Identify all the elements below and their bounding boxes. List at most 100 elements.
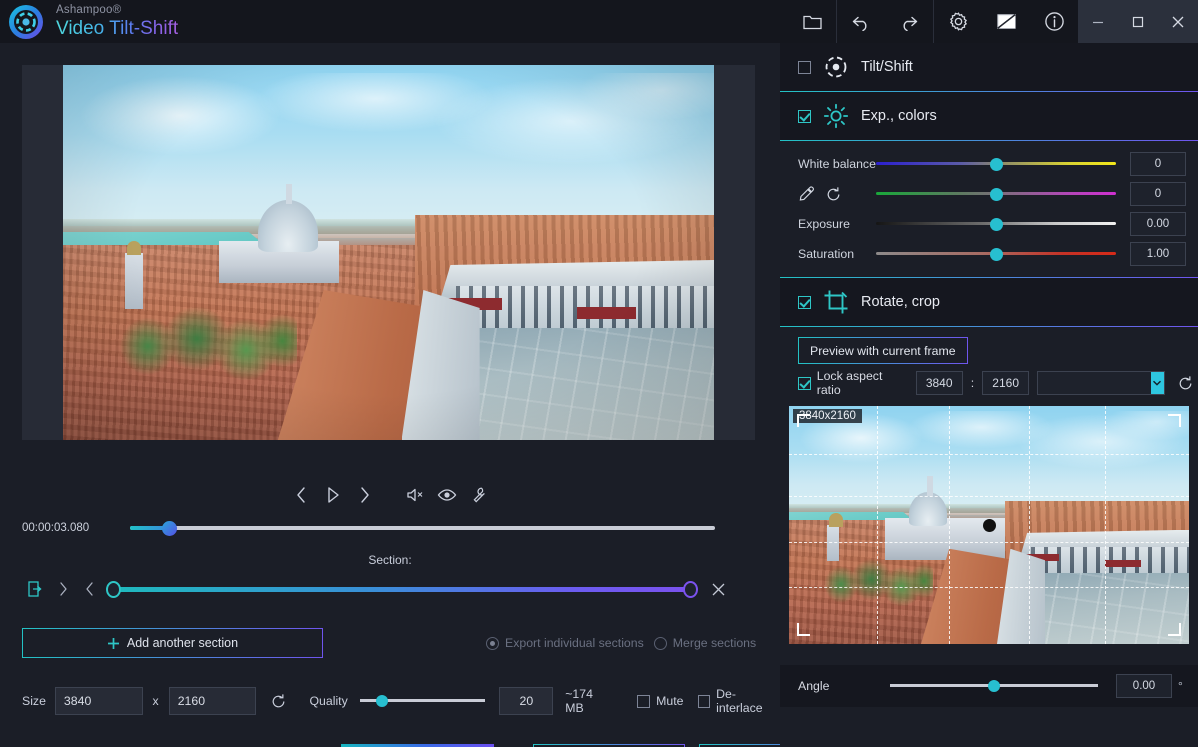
page-title: Video Tilt-Shift	[56, 19, 178, 38]
saturation-slider[interactable]	[876, 246, 1116, 262]
saturation-value[interactable]: 1.00	[1130, 242, 1186, 266]
white-balance-temp-value[interactable]: 0	[1130, 152, 1186, 176]
preview-with-current-frame-label: Preview with current frame	[810, 344, 956, 358]
angle-slider[interactable]	[890, 679, 1098, 693]
saturation-row: Saturation 1.00	[780, 239, 1198, 269]
mute-button[interactable]	[401, 481, 429, 509]
info-button[interactable]	[1030, 0, 1078, 43]
settings-group	[934, 0, 1078, 43]
quality-slider[interactable]	[360, 694, 486, 708]
section-header-tiltshift[interactable]: Tilt/Shift	[780, 43, 1198, 91]
slider-thumb[interactable]	[990, 188, 1003, 201]
exposure-title: Exp., colors	[861, 108, 937, 124]
slider-thumb[interactable]	[990, 218, 1003, 231]
white-balance-label: White balance	[780, 157, 876, 171]
mute-checkbox[interactable]: Mute	[637, 694, 683, 708]
redo-button[interactable]	[885, 0, 933, 43]
white-balance-tint-row: 0	[780, 179, 1198, 209]
app-logo: Ashampoo® Video Tilt-Shift	[0, 4, 178, 40]
white-balance-tint-slider[interactable]	[876, 186, 1116, 202]
aspect-preset-dropdown[interactable]	[1037, 371, 1164, 395]
quality-thumb[interactable]	[376, 695, 388, 707]
tiltshift-enable-checkbox[interactable]	[798, 61, 811, 74]
section-range-slider[interactable]	[106, 579, 698, 599]
section-export-icon[interactable]	[20, 575, 50, 603]
crop-handle-top-right[interactable]	[1168, 414, 1181, 427]
aspect-reset-icon[interactable]	[1173, 370, 1198, 396]
exposure-enable-checkbox[interactable]	[798, 110, 811, 123]
crop-handle-top-left[interactable]	[797, 414, 810, 427]
section-range-start-handle[interactable]	[106, 581, 121, 598]
playback-thumb[interactable]	[162, 521, 177, 536]
section-next-button[interactable]	[50, 575, 76, 603]
video-preview[interactable]	[63, 65, 714, 440]
playback-slider[interactable]	[130, 521, 715, 535]
app-logo-icon	[8, 4, 44, 40]
history-group	[837, 0, 933, 43]
exposure-value[interactable]: 0.00	[1130, 212, 1186, 236]
player-controls	[0, 479, 780, 511]
gear-button[interactable]	[934, 0, 982, 43]
minimize-button[interactable]	[1078, 0, 1118, 43]
radio-merge-sections[interactable]: Merge sections	[654, 636, 756, 650]
crop-icon	[823, 289, 849, 315]
section-header-exposure[interactable]: Exp., colors	[780, 92, 1198, 140]
open-folder-button[interactable]	[788, 0, 836, 43]
contrast-curve-button[interactable]	[982, 0, 1030, 43]
crop-preview[interactable]: 3840x2160	[789, 406, 1189, 644]
quality-value-input[interactable]: 20	[499, 687, 553, 715]
slider-thumb[interactable]	[990, 248, 1003, 261]
exposure-label: Exposure	[780, 217, 876, 231]
rotate-crop-enable-checkbox[interactable]	[798, 296, 811, 309]
crop-center-handle[interactable]	[983, 519, 996, 532]
section-header-rotate-crop[interactable]: Rotate, crop	[780, 278, 1198, 326]
previous-frame-button[interactable]	[287, 481, 315, 509]
lock-aspect-ratio-checkbox[interactable]: Lock aspect ratio	[798, 369, 908, 397]
eyedropper-icon[interactable]	[798, 186, 815, 203]
white-balance-temp-slider[interactable]	[876, 156, 1116, 172]
section-label: Section:	[0, 553, 780, 567]
tiltshift-title: Tilt/Shift	[861, 59, 913, 75]
quality-label: Quality	[309, 694, 347, 708]
eye-preview-button[interactable]	[433, 481, 461, 509]
undo-button[interactable]	[837, 0, 885, 43]
aspect-height-input[interactable]: 2160	[982, 371, 1029, 395]
radio-export-individual-label: Export individual sections	[505, 636, 644, 650]
radio-merge-label: Merge sections	[673, 636, 756, 650]
tools-wrench-button[interactable]	[465, 481, 493, 509]
crop-handle-bottom-left[interactable]	[797, 623, 810, 636]
close-button[interactable]	[1158, 0, 1198, 43]
next-frame-button[interactable]	[351, 481, 379, 509]
white-balance-tools	[780, 186, 876, 203]
deinterlace-checkbox[interactable]: De-interlace	[698, 687, 780, 715]
height-input[interactable]: 2160	[169, 687, 257, 715]
angle-value[interactable]: 0.00	[1116, 674, 1172, 698]
aspect-width-input[interactable]: 3840	[916, 371, 963, 395]
slider-thumb[interactable]	[990, 158, 1003, 171]
radio-export-individual-sections[interactable]: Export individual sections	[486, 636, 644, 650]
white-balance-reset-icon[interactable]	[825, 186, 842, 203]
chevron-down-icon[interactable]	[1151, 372, 1164, 394]
section-delete-button[interactable]	[704, 575, 732, 603]
width-input[interactable]: 3840	[55, 687, 143, 715]
crop-banner	[1105, 560, 1141, 568]
crop-handle-bottom-right[interactable]	[1168, 623, 1181, 636]
preview-with-current-frame-button[interactable]: Preview with current frame	[798, 337, 968, 364]
add-another-section-button[interactable]: Add another section	[22, 628, 323, 658]
section-prev-button[interactable]	[76, 575, 102, 603]
preview-frame-row: Preview with current frame	[780, 327, 1198, 368]
saturation-label: Saturation	[780, 247, 876, 261]
angle-thumb[interactable]	[988, 680, 1000, 692]
section-range-end-handle[interactable]	[683, 581, 698, 598]
aspect-ratio-row: Lock aspect ratio 3840 : 2160	[780, 368, 1198, 398]
playback-row: 00:00:03.080	[0, 511, 780, 545]
effects-right-pane: Tilt/Shift Exp., colors White balance 0	[780, 43, 1198, 747]
exposure-slider[interactable]	[876, 216, 1116, 232]
window-controls	[1078, 0, 1198, 43]
white-balance-tint-value[interactable]: 0	[1130, 182, 1186, 206]
section-row	[0, 574, 780, 604]
app-window: Ashampoo® Video Tilt-Shift	[0, 0, 1198, 747]
size-reset-icon[interactable]	[266, 688, 291, 714]
play-button[interactable]	[319, 481, 347, 509]
maximize-button[interactable]	[1118, 0, 1158, 43]
